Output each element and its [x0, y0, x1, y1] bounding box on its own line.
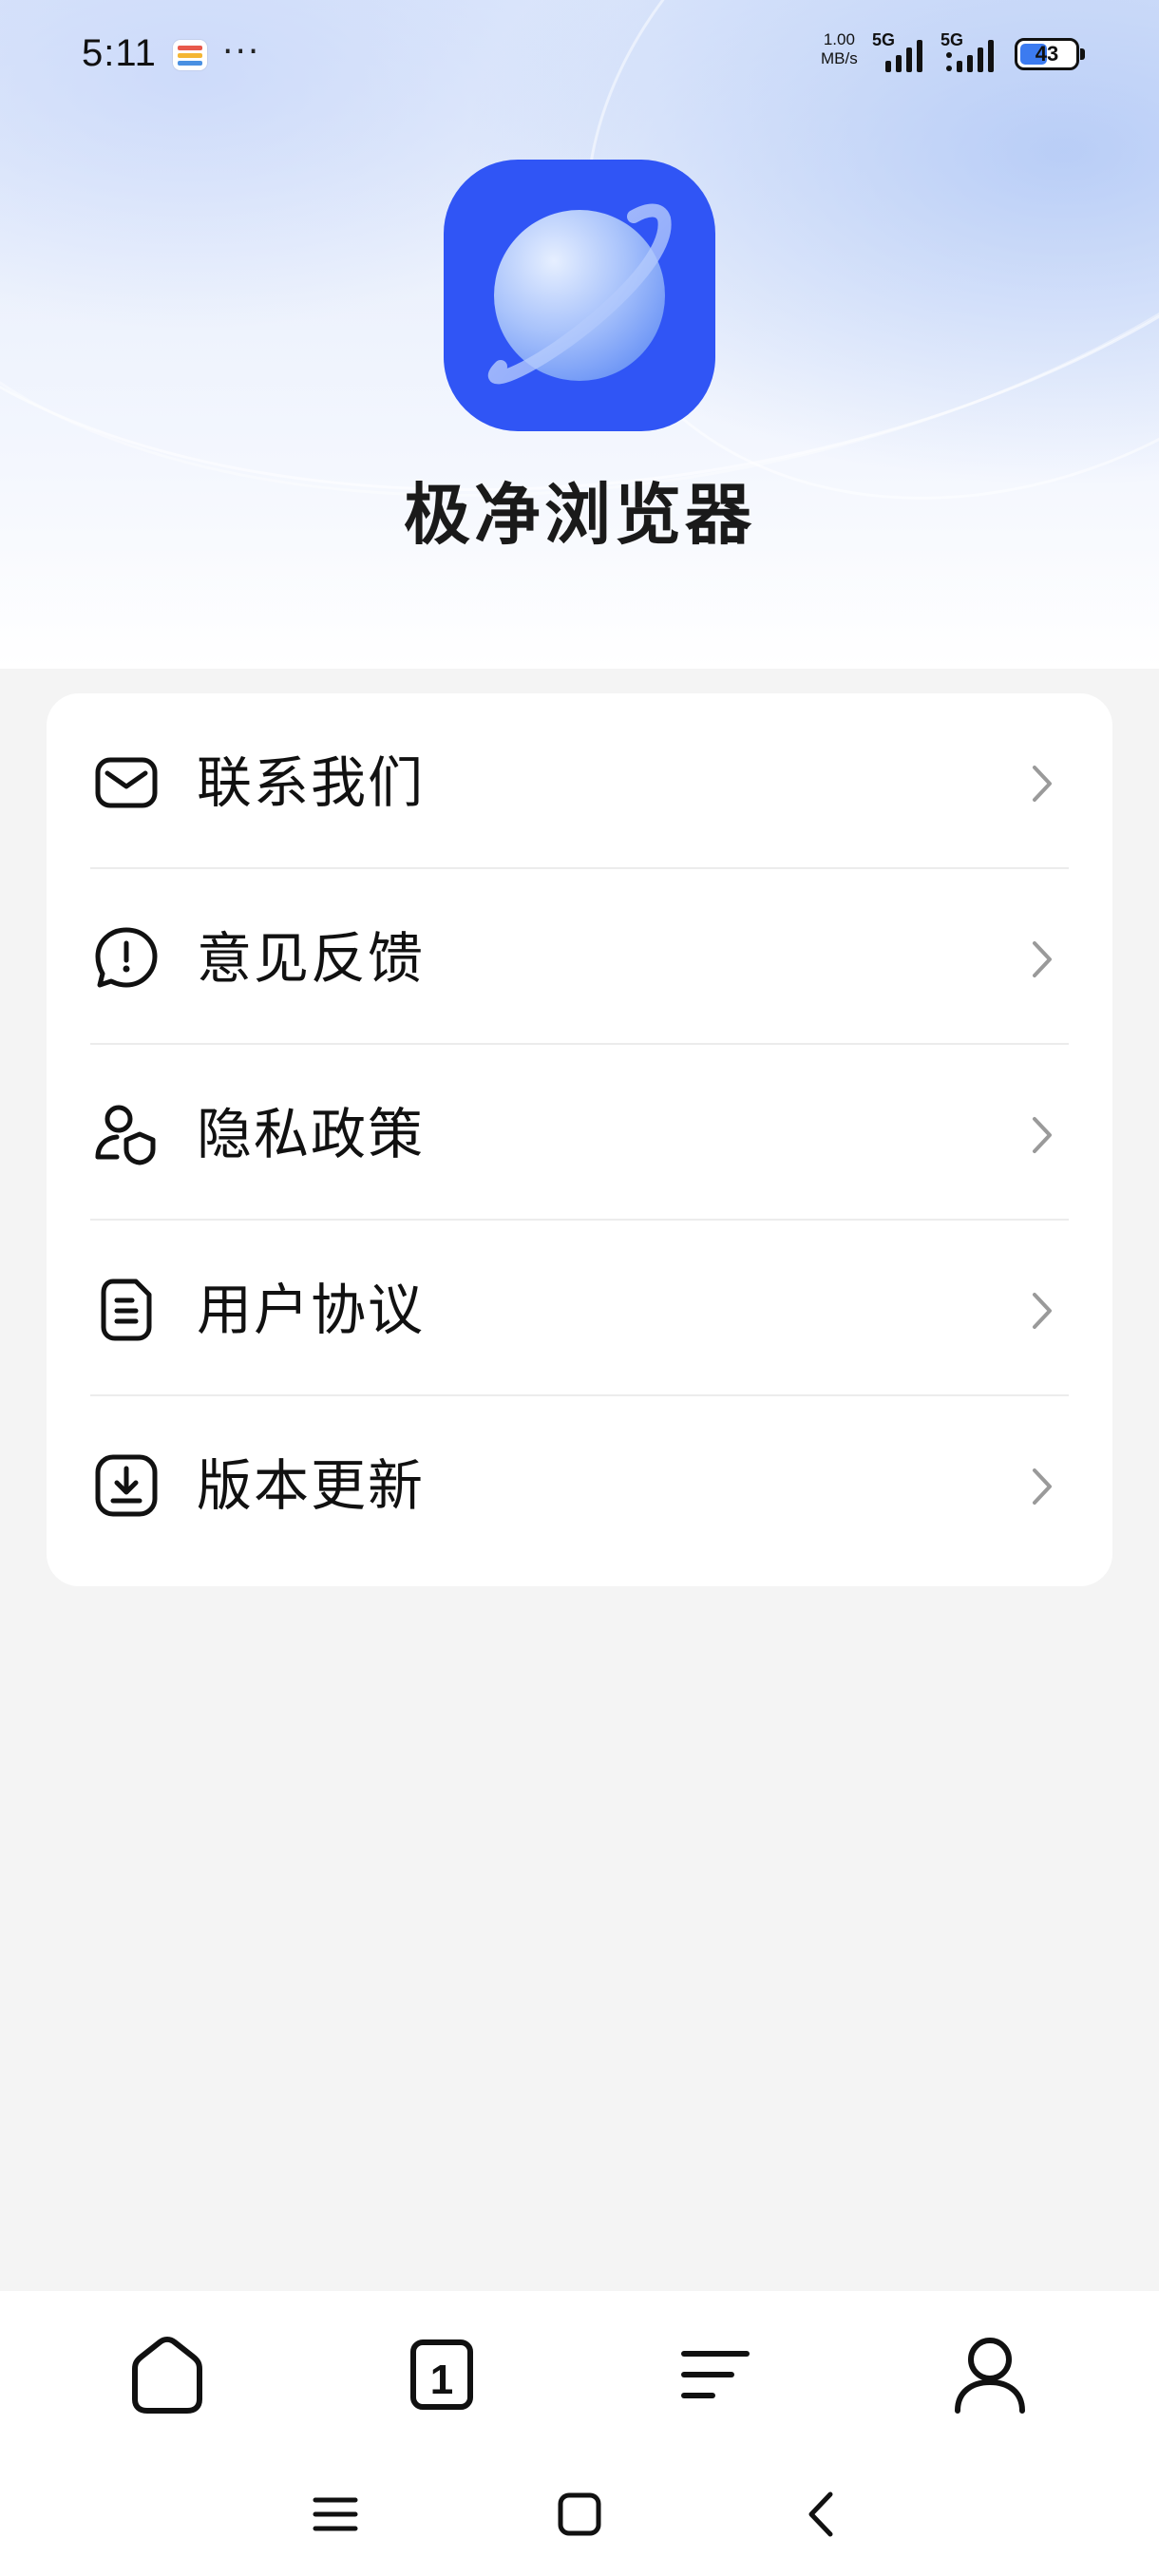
menu-item-privacy-policy[interactable]: 隐私政策 [47, 1045, 1112, 1221]
battery-icon: 43 [1015, 38, 1085, 70]
chevron-right-icon [1033, 766, 1052, 802]
chevron-right-icon [1033, 1468, 1052, 1505]
planet-icon [487, 203, 672, 385]
menu-item-label: 联系我们 [197, 750, 426, 815]
network-speed-value: 1.00 [823, 30, 855, 48]
document-icon [101, 1279, 152, 1341]
menu-item-label: 隐私政策 [197, 1102, 426, 1166]
status-more-icon: ··· [222, 32, 261, 71]
notification-app-icon [173, 40, 207, 70]
menu-lines-icon[interactable] [667, 2327, 762, 2422]
back-chevron-icon[interactable] [790, 2481, 857, 2548]
menu-item-version-update[interactable]: 版本更新 [47, 1396, 1112, 1572]
status-bar: 5:11 ··· 1.00 MB/s 5G 5G 43 [0, 0, 1159, 114]
status-time: 5:11 [82, 32, 157, 74]
tab-count-icon: 1 [410, 2339, 473, 2410]
chevron-right-icon [1033, 1293, 1052, 1329]
app-logo [444, 160, 715, 431]
chevron-right-icon [1033, 941, 1052, 977]
feedback-bubble-icon [95, 927, 158, 988]
menu-item-label: 用户协议 [197, 1278, 426, 1342]
download-box-icon [95, 1454, 158, 1517]
system-navigation-bar [0, 2432, 1159, 2576]
app-name: 极净浏览器 [404, 476, 755, 554]
network-speed: 1.00 MB/s [821, 30, 858, 68]
home-square-icon[interactable] [546, 2481, 613, 2548]
menu-item-contact-us[interactable]: 联系我们 [47, 693, 1112, 869]
menu-item-label: 意见反馈 [197, 926, 426, 991]
user-shield-icon [95, 1105, 156, 1165]
tab-count: 1 [430, 2357, 453, 2403]
battery-level: 43 [1035, 42, 1059, 66]
menu-item-feedback[interactable]: 意见反馈 [47, 869, 1112, 1045]
recent-apps-icon[interactable] [302, 2481, 369, 2548]
menu-item-label: 版本更新 [197, 1453, 426, 1518]
home-icon[interactable] [120, 2327, 215, 2422]
network-speed-unit: MB/s [821, 49, 858, 67]
mail-icon [95, 757, 158, 808]
signal-strength-icon [885, 40, 922, 72]
settings-menu-card: 联系我们 意见反馈 隐私政策 用户协议 版本更新 [47, 693, 1112, 1586]
person-icon[interactable] [942, 2327, 1037, 2422]
menu-item-user-agreement[interactable]: 用户协议 [47, 1221, 1112, 1396]
chevron-right-icon [1033, 1117, 1052, 1153]
tabs-button[interactable]: 1 [394, 2327, 489, 2422]
signal-strength-2-icon [946, 40, 994, 72]
